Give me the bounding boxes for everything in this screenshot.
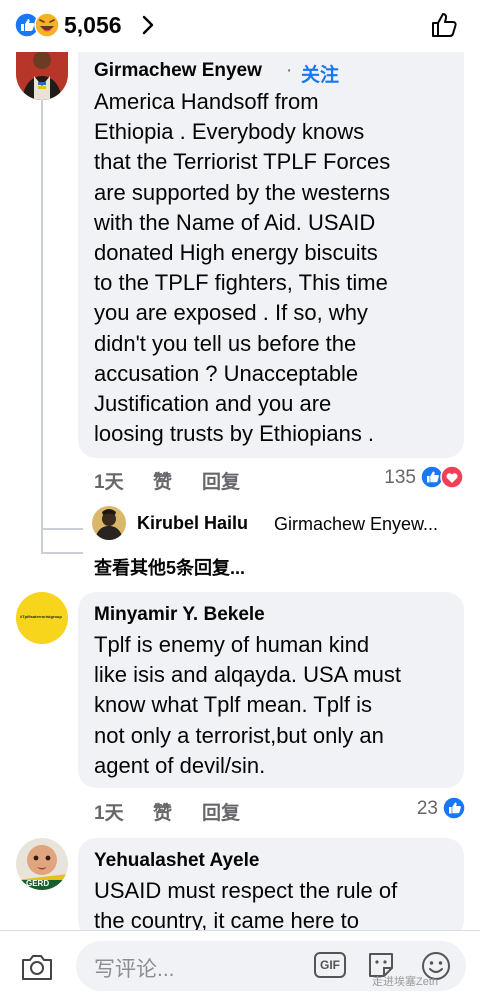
comment-line: with the Name of Aid. USAID (94, 209, 376, 235)
avatar-badge-text: GERD (26, 879, 50, 888)
comment-line: donated High energy biscuits (94, 239, 378, 265)
reaction-count[interactable]: 5,056 (64, 12, 122, 39)
comment-line: America Handsoff from (94, 89, 319, 114)
comment-line: you are exposed . If so, why (94, 300, 368, 326)
avatar-photo-icon (92, 506, 126, 540)
comment-reaction-count[interactable]: 135 (360, 467, 416, 489)
comment-line: Justification and you are (94, 390, 332, 416)
commenter-name[interactable]: Minyamir Y. Bekele (94, 604, 265, 626)
comment-line: Ethiopia . Everybody knows (94, 119, 365, 145)
avatar-photo-icon (16, 52, 68, 100)
comment-text: America Handsoff from Ethiopia . Everybo… (94, 87, 390, 449)
comment-input-placeholder[interactable]: 写评论... (94, 953, 175, 983)
camera-icon[interactable] (20, 952, 54, 982)
comment-time: 1天 (94, 472, 124, 493)
reply-author-name[interactable]: Kirubel Hailu (137, 513, 248, 534)
avatar[interactable]: #Tplfisaterroristgroup (16, 592, 68, 644)
comment-line: Tplf is enemy of human kind (94, 632, 370, 657)
thumbs-up-icon[interactable] (430, 10, 460, 40)
thread-connector (41, 528, 83, 530)
like-button[interactable]: 赞 (153, 467, 172, 494)
commenter-name[interactable]: Yehualashet Ayele (94, 850, 259, 872)
like-reaction-icon (420, 465, 444, 489)
comment-time: 1天 (94, 803, 124, 824)
comment-line: agent of devil/sin. (94, 752, 266, 778)
comment-line: didn't you tell us before the (94, 330, 357, 356)
avatar[interactable] (16, 52, 68, 100)
comment-text: USAID must respect the rule of the count… (94, 876, 397, 936)
reaction-icons[interactable] (14, 12, 62, 38)
reply-button[interactable]: 回复 (202, 467, 240, 494)
view-more-replies-link[interactable]: 查看其他5条回复... (94, 554, 245, 580)
reply-avatar[interactable] (92, 506, 126, 540)
chevron-right-icon[interactable] (140, 12, 156, 38)
gif-button[interactable]: GIF (314, 952, 346, 978)
avatar[interactable]: GERD (16, 838, 68, 890)
comment-line: loosing trusts by Ethiopians . (94, 421, 375, 447)
thread-line (41, 100, 43, 528)
like-button[interactable]: 赞 (153, 798, 172, 825)
comment-line: USAID must respect the rule of (94, 878, 398, 903)
love-reaction-icon (440, 465, 464, 489)
like-reaction-icon[interactable] (442, 795, 466, 821)
comment-line: know what Tplf mean. Tplf is (94, 692, 372, 718)
comment-text: Tplf is enemy of human kind like isis an… (94, 630, 401, 781)
comment-line: accusation ? Unacceptable (94, 360, 359, 386)
reply-text-preview[interactable]: Girmachew Enyew... (274, 514, 438, 535)
comment-line: are supported by the westerns (94, 179, 390, 205)
reply-button[interactable]: 回复 (202, 798, 240, 825)
thread-line-lower (41, 530, 43, 554)
comment-line: not only a terrorist,but only an (94, 722, 384, 748)
reaction-icons[interactable] (420, 464, 466, 490)
haha-reaction-icon (34, 12, 60, 38)
follow-button[interactable]: 关注 (301, 60, 339, 87)
reactions-header: 5,056 (0, 0, 480, 52)
comment-line: that the Terriorist TPLF Forces (94, 149, 391, 175)
comment-line: like isis and alqayda. USA must (94, 662, 401, 688)
comment-reaction-count[interactable]: 23 (400, 798, 438, 820)
watermark-text: 走进埃塞Zeth (372, 976, 439, 988)
commenter-name[interactable]: Girmachew Enyew (94, 60, 262, 82)
comment-line: to the TPLF fighters, This time (94, 270, 388, 296)
thread-connector-lower (41, 552, 83, 554)
separator-dot: · (286, 60, 293, 81)
gif-label: GIF (320, 958, 340, 972)
avatar-text: #Tplfisaterroristgroup (20, 614, 62, 619)
